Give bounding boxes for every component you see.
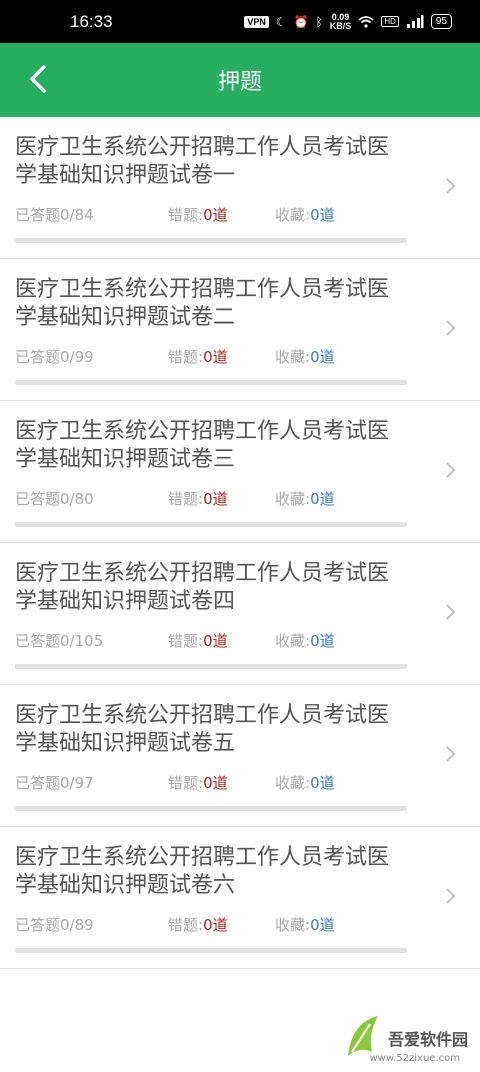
answered-stat: 已答题0/80 xyxy=(15,488,94,509)
progress-bar xyxy=(15,380,407,385)
progress-bar xyxy=(15,522,407,527)
answered-label: 已答题 xyxy=(15,774,61,792)
answered-value: 0/84 xyxy=(60,206,94,224)
paper-item-3[interactable]: 医疗卫生系统公开招聘工作人员考试医学基础知识押题试卷三 已答题0/80 错题:0… xyxy=(0,401,480,543)
answered-stat: 已答题0/97 xyxy=(15,772,94,793)
wrong-label: 错题: xyxy=(168,632,204,650)
paper-title: 医疗卫生系统公开招聘工作人员考试医学基础知识押题试卷四 xyxy=(15,561,390,614)
answered-value: 0/97 xyxy=(60,774,94,792)
status-icons: VPN ☾ ⏰ ᛒ 0.09 KB/S HD 95 xyxy=(244,12,452,31)
paper-item-5[interactable]: 医疗卫生系统公开招聘工作人员考试医学基础知识押题试卷五 已答题0/97 错题:0… xyxy=(0,685,480,827)
status-time: 16:33 xyxy=(70,11,113,31)
wrong-stat: 错题:0道 xyxy=(168,488,228,509)
favorite-value: 0道 xyxy=(310,632,335,650)
chevron-right-icon xyxy=(446,178,456,194)
wrong-label: 错题: xyxy=(168,774,204,792)
paper-item-1[interactable]: 医疗卫生系统公开招聘工作人员考试医学基础知识押题试卷一 已答题0/84 错题:0… xyxy=(0,117,480,259)
wrong-label: 错题: xyxy=(168,916,204,934)
vpn-badge: VPN xyxy=(244,15,269,28)
paper-item-2[interactable]: 医疗卫生系统公开招聘工作人员考试医学基础知识押题试卷二 已答题0/99 错题:0… xyxy=(0,259,480,401)
wrong-value: 0道 xyxy=(203,632,228,650)
wrong-value: 0道 xyxy=(203,774,228,792)
favorite-value: 0道 xyxy=(310,490,335,508)
progress-bar xyxy=(15,664,407,669)
answered-stat: 已答题0/105 xyxy=(15,630,103,651)
chevron-right-icon xyxy=(446,604,456,620)
alarm-icon: ⏰ xyxy=(293,14,309,29)
network-speed-unit: KB/S xyxy=(329,20,352,31)
answered-label: 已答题 xyxy=(15,916,61,934)
favorite-stat: 收藏:0道 xyxy=(275,204,335,225)
wrong-value: 0道 xyxy=(203,490,228,508)
wrong-stat: 错题:0道 xyxy=(168,914,228,935)
signal-icon xyxy=(406,15,424,28)
favorite-stat: 收藏:0道 xyxy=(275,772,335,793)
answered-label: 已答题 xyxy=(15,348,61,366)
progress-bar xyxy=(15,238,407,243)
favorite-label: 收藏: xyxy=(275,490,311,508)
paper-title: 医疗卫生系统公开招聘工作人员考试医学基础知识押题试卷二 xyxy=(15,277,390,330)
wrong-value: 0道 xyxy=(203,206,228,224)
progress-bar xyxy=(15,948,407,953)
wifi-icon xyxy=(358,15,374,28)
wrong-stat: 错题:0道 xyxy=(168,772,228,793)
wrong-stat: 错题:0道 xyxy=(168,204,228,225)
favorite-stat: 收藏:0道 xyxy=(275,914,335,935)
answered-stat: 已答题0/89 xyxy=(15,914,94,935)
answered-value: 0/89 xyxy=(60,916,94,934)
hd-badge: HD xyxy=(381,16,399,27)
moon-icon: ☾ xyxy=(275,14,287,29)
favorite-value: 0道 xyxy=(310,206,335,224)
page-title: 押题 xyxy=(217,70,262,95)
favorite-stat: 收藏:0道 xyxy=(275,488,335,509)
paper-title: 医疗卫生系统公开招聘工作人员考试医学基础知识押题试卷一 xyxy=(15,135,390,188)
favorite-value: 0道 xyxy=(310,916,335,934)
bluetooth-icon: ᛒ xyxy=(315,14,323,29)
favorite-stat: 收藏:0道 xyxy=(275,630,335,651)
app-header: 押题 xyxy=(0,43,480,117)
wrong-stat: 错题:0道 xyxy=(168,346,228,367)
wrong-label: 错题: xyxy=(168,206,204,224)
answered-stat: 已答题0/84 xyxy=(15,204,94,225)
answered-label: 已答题 xyxy=(15,206,61,224)
answered-value: 0/105 xyxy=(60,632,104,650)
wrong-stat: 错题:0道 xyxy=(168,630,228,651)
watermark-text: 吾爱软件园 xyxy=(387,1030,468,1049)
favorite-value: 0道 xyxy=(310,348,335,366)
back-arrow-icon[interactable] xyxy=(22,61,58,97)
watermark-url: www.52zixue.com xyxy=(369,1053,461,1064)
paper-item-4[interactable]: 医疗卫生系统公开招聘工作人员考试医学基础知识押题试卷四 已答题0/105 错题:… xyxy=(0,543,480,685)
paper-item-6[interactable]: 医疗卫生系统公开招聘工作人员考试医学基础知识押题试卷六 已答题0/89 错题:0… xyxy=(0,827,480,969)
chevron-right-icon xyxy=(446,320,456,336)
favorite-label: 收藏: xyxy=(275,206,311,224)
favorite-label: 收藏: xyxy=(275,348,311,366)
favorite-label: 收藏: xyxy=(275,774,311,792)
chevron-right-icon xyxy=(446,746,456,762)
paper-title: 医疗卫生系统公开招聘工作人员考试医学基础知识押题试卷五 xyxy=(15,703,390,756)
answered-value: 0/80 xyxy=(60,490,94,508)
favorite-stat: 收藏:0道 xyxy=(275,346,335,367)
paper-title: 医疗卫生系统公开招聘工作人员考试医学基础知识押题试卷六 xyxy=(15,845,390,898)
paper-title: 医疗卫生系统公开招聘工作人员考试医学基础知识押题试卷三 xyxy=(15,419,390,472)
answered-label: 已答题 xyxy=(15,490,61,508)
battery-indicator: 95 xyxy=(430,14,452,29)
answered-value: 0/99 xyxy=(60,348,94,366)
wrong-value: 0道 xyxy=(203,348,228,366)
paper-list: 医疗卫生系统公开招聘工作人员考试医学基础知识押题试卷一 已答题0/84 错题:0… xyxy=(0,117,480,969)
favorite-value: 0道 xyxy=(310,774,335,792)
network-speed: 0.09 KB/S xyxy=(329,12,352,31)
wrong-value: 0道 xyxy=(203,916,228,934)
favorite-label: 收藏: xyxy=(275,916,311,934)
answered-label: 已答题 xyxy=(15,632,61,650)
chevron-right-icon xyxy=(446,462,456,478)
progress-bar xyxy=(15,806,407,811)
wrong-label: 错题: xyxy=(168,348,204,366)
favorite-label: 收藏: xyxy=(275,632,311,650)
answered-stat: 已答题0/99 xyxy=(15,346,94,367)
chevron-right-icon xyxy=(446,888,456,904)
status-bar: 16:33 VPN ☾ ⏰ ᛒ 0.09 KB/S HD 95 xyxy=(0,0,480,43)
wrong-label: 错题: xyxy=(168,490,204,508)
site-watermark: 吾爱软件园 www.52zixue.com xyxy=(342,996,472,1066)
